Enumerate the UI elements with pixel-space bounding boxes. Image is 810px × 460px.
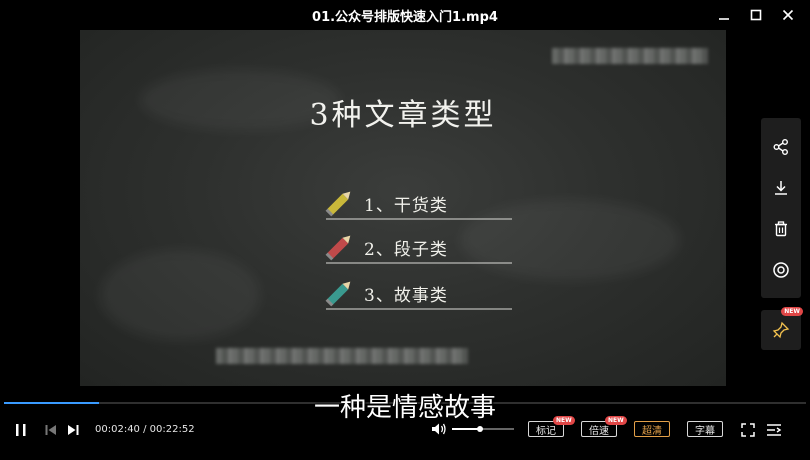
quality-button[interactable]: 超清 — [634, 421, 670, 437]
slide-item-3: 3、故事类 — [322, 276, 448, 310]
pencil-icon — [325, 191, 351, 217]
side-toolbar — [761, 118, 801, 298]
maximize-icon — [750, 9, 762, 21]
pause-button[interactable] — [12, 421, 30, 439]
pin-button[interactable]: NEW — [761, 307, 803, 350]
pin-icon — [772, 321, 790, 339]
chalk-smudge — [460, 200, 680, 280]
playlist-button[interactable] — [765, 421, 783, 439]
target-icon — [773, 261, 789, 278]
fullscreen-button[interactable] — [739, 421, 757, 439]
video-frame[interactable]: 3种文章类型 1、干货类 2、段子类 3、故事类 — [80, 30, 726, 386]
slide-item-label: 1、干货类 — [364, 195, 448, 216]
volume-button[interactable] — [430, 420, 448, 438]
mark-label: 标记 — [536, 425, 556, 437]
pause-icon — [16, 424, 26, 436]
minimize-icon — [719, 18, 729, 20]
minimize-button[interactable] — [710, 4, 738, 26]
slide-title: 3种文章类型 — [309, 98, 497, 133]
next-button[interactable] — [64, 421, 82, 439]
subtitles-button[interactable]: 字幕 — [687, 421, 723, 437]
share-icon — [773, 138, 788, 155]
previous-button[interactable] — [42, 421, 60, 439]
new-badge: NEW — [605, 416, 627, 425]
chalk-smudge — [100, 250, 260, 340]
volume-slider[interactable] — [452, 426, 514, 432]
chalk-underline — [326, 262, 512, 264]
volume-icon — [432, 423, 446, 435]
skip-previous-icon — [45, 425, 56, 435]
target-button[interactable] — [768, 257, 794, 283]
blurred-watermark — [552, 48, 708, 64]
window-controls — [710, 4, 802, 26]
share-button[interactable] — [768, 134, 794, 160]
blurred-watermark — [216, 348, 468, 364]
download-button[interactable] — [768, 175, 794, 201]
fullscreen-icon — [741, 423, 755, 437]
volume-knob[interactable] — [476, 426, 483, 432]
close-icon — [782, 9, 794, 21]
new-badge: NEW — [553, 416, 575, 425]
chalk-underline — [326, 308, 512, 310]
subtitles-label: 字幕 — [695, 425, 715, 437]
download-icon — [775, 180, 787, 195]
close-button[interactable] — [774, 4, 802, 26]
slide-item-label: 3、故事类 — [364, 285, 448, 306]
title-bar: 01.公众号排版快速入门1.mp4 — [0, 0, 810, 30]
chalk-underline — [326, 218, 512, 220]
playlist-icon — [767, 424, 782, 436]
slide-item-2: 2、段子类 — [322, 230, 448, 264]
delete-button[interactable] — [768, 216, 794, 242]
pencil-icon — [325, 235, 351, 261]
new-badge: NEW — [781, 307, 803, 316]
maximize-button[interactable] — [742, 4, 770, 26]
pencil-icon — [325, 281, 351, 307]
slide-item-label: 2、段子类 — [364, 239, 448, 260]
time-display: 00:02:40 / 00:22:52 — [95, 424, 195, 435]
volume-fill — [452, 428, 480, 430]
delete-icon — [775, 220, 787, 236]
video-title: 01.公众号排版快速入门1.mp4 — [312, 9, 498, 25]
quality-label: 超清 — [642, 425, 662, 437]
slide-item-1: 1、干货类 — [322, 186, 448, 220]
skip-next-icon — [68, 425, 79, 435]
current-time: 00:02:40 — [95, 424, 140, 435]
time-separator: / — [139, 424, 150, 435]
total-time: 00:22:52 — [149, 424, 195, 435]
